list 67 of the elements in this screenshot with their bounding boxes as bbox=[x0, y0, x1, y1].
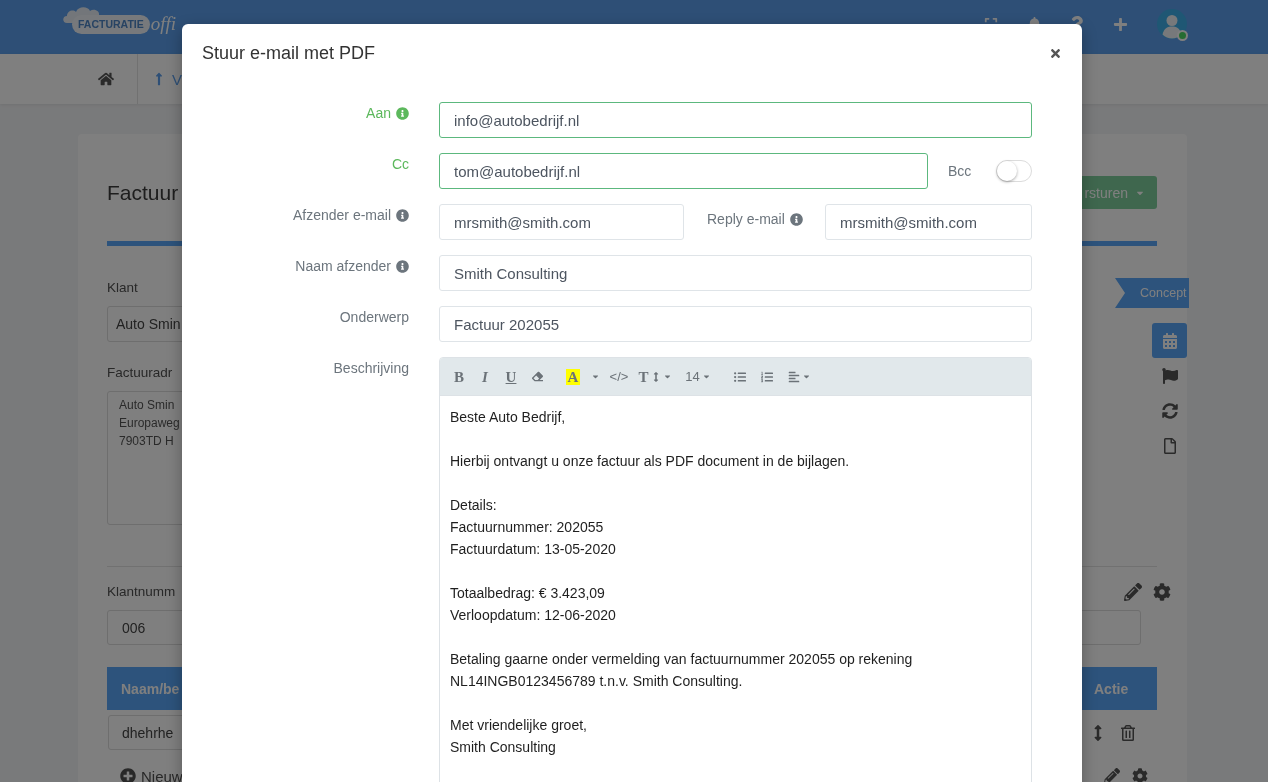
numbered-list-icon bbox=[761, 370, 773, 383]
message-line: Verloopdatum: 12-06-2020 bbox=[450, 606, 616, 625]
refresh-icon bbox=[1161, 402, 1178, 419]
field-label: Klantnumm bbox=[107, 583, 176, 601]
input-field[interactable]: tom@autobedrijf.nl bbox=[439, 153, 928, 189]
info-icon[interactable] bbox=[396, 259, 409, 273]
input-field[interactable]: Smith Consulting bbox=[439, 255, 1032, 291]
input-field[interactable]: mrsmith@smith.com bbox=[825, 204, 1032, 240]
field-label: Reply e-mail bbox=[707, 211, 785, 227]
pencil-icon[interactable] bbox=[1104, 768, 1120, 782]
column-header: Naam/be bbox=[121, 680, 180, 697]
home-icon bbox=[98, 71, 114, 87]
message-line: Smith Consulting bbox=[450, 738, 556, 757]
status-ribbon: Concept bbox=[1115, 278, 1189, 308]
add-line-button[interactable]: Nieuw bbox=[107, 767, 183, 782]
field-label: Aan bbox=[366, 105, 391, 121]
info-icon[interactable] bbox=[396, 106, 409, 120]
italic-button[interactable]: I bbox=[472, 363, 498, 390]
plus-icon[interactable] bbox=[1112, 16, 1128, 32]
input-field[interactable]: mrsmith@smith.com bbox=[439, 204, 684, 240]
input-field[interactable]: info@autobedrijf.nl bbox=[439, 102, 1032, 138]
input-field[interactable]: Factuur 202055 bbox=[439, 306, 1032, 342]
field-label: Naam afzender bbox=[295, 258, 391, 274]
eraser-icon bbox=[531, 371, 543, 382]
message-line: Hierbij ontvangt u onze factuur als PDF document in de bijlagen. bbox=[450, 452, 850, 471]
field-label: Bcc bbox=[948, 163, 972, 179]
avatar-icon[interactable] bbox=[1157, 9, 1187, 39]
message-line: Factuurnummer: 202055 bbox=[450, 518, 604, 537]
column-header: Actie bbox=[1094, 680, 1129, 697]
bullet-list-icon bbox=[734, 370, 746, 383]
bold-button[interactable]: B bbox=[446, 363, 472, 390]
calendar-icon bbox=[1161, 332, 1178, 349]
info-icon[interactable] bbox=[789, 212, 803, 226]
field-label: Onderwerp bbox=[339, 309, 409, 325]
field-label: Afzender e-mail bbox=[292, 207, 391, 223]
message-line: Factuurdatum: 13-05-2020 bbox=[450, 540, 616, 559]
field-label: Cc bbox=[391, 156, 409, 172]
underline-button[interactable]: U bbox=[498, 363, 524, 390]
highlight-button[interactable]: A bbox=[560, 363, 586, 390]
code-button[interactable]: </> bbox=[606, 363, 632, 390]
toggle-switch[interactable] bbox=[996, 160, 1032, 182]
dialog-title: Stuur e-mail met PDF bbox=[202, 42, 376, 64]
caret-icon bbox=[590, 372, 600, 381]
field-label: Factuuradr bbox=[107, 364, 173, 382]
gear-icon[interactable] bbox=[1153, 583, 1171, 601]
line-height-button[interactable]: T bbox=[638, 363, 672, 390]
message-line: Betaling gaarne onder vermelding van factuurnummer 202055 op rekening NL14INGB0123456789 t.n.v. Smith Consulting. bbox=[450, 650, 914, 691]
pencil-icon[interactable] bbox=[1124, 583, 1142, 601]
close-button[interactable] bbox=[1048, 46, 1062, 60]
message-line: Beste Auto Bedrijf, bbox=[450, 408, 566, 427]
page-title: Factuur bbox=[107, 180, 179, 205]
field-label: Beschrijving bbox=[333, 360, 409, 376]
message-line: Met vriendelijke groet, bbox=[450, 716, 587, 735]
flag-icon bbox=[1161, 367, 1178, 384]
calendar-button[interactable] bbox=[1152, 323, 1187, 358]
field-label: Klant bbox=[107, 279, 138, 297]
close-icon bbox=[1048, 46, 1062, 60]
align-left-icon bbox=[787, 370, 800, 383]
file-icon bbox=[1161, 437, 1178, 454]
gear-icon[interactable] bbox=[1132, 768, 1148, 782]
trash-icon[interactable] bbox=[1120, 724, 1136, 741]
logo-script-text: offi bbox=[150, 13, 177, 35]
message-line: Totaalbedrag: € 3.423,09 bbox=[450, 584, 605, 603]
message-line: Details: bbox=[450, 496, 497, 515]
info-icon[interactable] bbox=[396, 208, 409, 222]
logo-wordmark: FACTURATIE bbox=[72, 14, 150, 34]
font-size-button[interactable]: 14 bbox=[683, 363, 713, 390]
